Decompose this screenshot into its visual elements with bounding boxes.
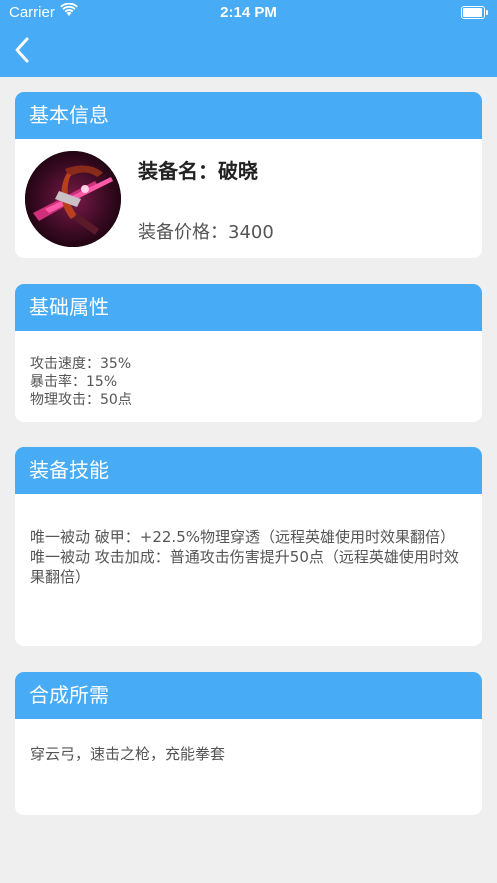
item-price: 装备价格：3400 [138,218,274,244]
item-price-value: 3400 [228,222,274,243]
attribute-line: 物理攻击：50点 [30,392,132,408]
navigation-bar: Carrier 2:14 PM [0,0,497,77]
skills-card: 装备技能 唯一被动 破甲：+22.5%物理穿透（远程英雄使用时效果翻倍） 唯一被… [15,447,482,646]
attribute-line: 攻击速度：35% [30,356,132,372]
status-bar: Carrier 2:14 PM [0,0,497,26]
basic-info-card: 基本信息 装备名：破晓 装备价格：3400 [15,92,482,258]
compose-card: 合成所需 穿云弓，速击之枪，充能拳套 [15,672,482,815]
clock: 2:14 PM [220,4,277,21]
battery-icon [461,6,489,19]
compose-text: 穿云弓，速击之枪，充能拳套 [30,745,226,763]
item-price-label: 装备价格： [138,222,228,243]
attributes-list: 攻击速度：35% 暴击率：15% 物理攻击：50点 [15,331,482,409]
compose-title: 合成所需 [15,672,482,719]
skills-list: 唯一被动 破甲：+22.5%物理穿透（远程英雄使用时效果翻倍） 唯一被动 攻击加… [15,494,482,587]
item-name-value: 破晓 [218,159,258,183]
attributes-title: 基础属性 [15,284,482,331]
skills-title: 装备技能 [15,447,482,494]
attribute-line: 暴击率：15% [30,374,118,390]
basic-info-title: 基本信息 [15,92,482,139]
skill-line: 唯一被动 破甲：+22.5%物理穿透（远程英雄使用时效果翻倍） [30,528,455,546]
item-name-label: 装备名： [138,159,218,183]
item-image [25,151,121,247]
item-name: 装备名：破晓 [138,155,258,184]
back-button[interactable] [8,33,38,67]
chevron-left-icon [15,37,29,63]
skill-line: 唯一被动 攻击加成：普通攻击伤害提升50点（远程英雄使用时效果翻倍） [30,548,459,586]
attributes-card: 基础属性 攻击速度：35% 暴击率：15% 物理攻击：50点 [15,284,482,422]
